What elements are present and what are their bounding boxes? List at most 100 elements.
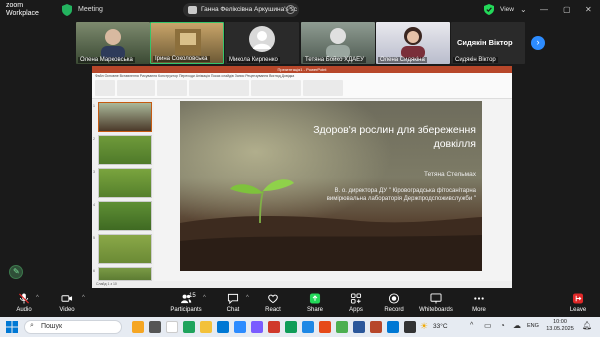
app-icon[interactable]	[285, 321, 297, 333]
word-icon[interactable]	[353, 321, 365, 333]
microphone-muted-icon	[18, 293, 30, 304]
ribbon-group[interactable]	[303, 80, 343, 96]
whiteboard-icon	[430, 293, 442, 304]
gallery-next-button[interactable]: ›	[531, 36, 545, 50]
participant-name: Микола Кирпенко	[227, 57, 280, 63]
participant-video-icon	[101, 29, 125, 60]
close-window-icon[interactable]: ✕	[585, 5, 592, 14]
thumb-number: 1	[93, 104, 95, 108]
ribbon-group[interactable]	[251, 80, 301, 96]
task-view-icon[interactable]	[149, 321, 161, 333]
maximize-icon[interactable]: ▢	[563, 5, 571, 14]
participant-tile[interactable]: Сидякін Віктор Сидякін Віктор	[451, 22, 525, 64]
slide-thumbnail[interactable]	[98, 102, 152, 132]
chevron-up-icon[interactable]: ^	[246, 295, 249, 301]
close-icon[interactable]: ×	[286, 5, 295, 14]
ppt-title-bar: Презентація1 - PowerPoint	[92, 66, 512, 73]
participant-tile[interactable]: Олена Марковська	[76, 22, 150, 64]
app-icon[interactable]	[404, 321, 416, 333]
clock-time: 10:00	[553, 319, 567, 325]
current-slide: Здоров'я рослин для збереження довкілля …	[180, 101, 482, 271]
share-screen-icon	[309, 293, 321, 304]
slide-thumbnail[interactable]	[98, 267, 152, 281]
chevron-down-icon[interactable]: ⌄	[520, 5, 527, 14]
app-icon[interactable]	[302, 321, 314, 333]
slide-thumbnail[interactable]	[98, 234, 152, 264]
participant-name: Олена Марковська	[78, 57, 135, 63]
powerpoint-icon[interactable]	[370, 321, 382, 333]
screen-share-indicator[interactable]: Ганна Феліксівна Аркушина's sc ×	[183, 3, 299, 17]
meeting-label[interactable]: Meeting	[78, 6, 103, 13]
outlook-icon[interactable]	[217, 321, 229, 333]
clock-date: 13.05.2025	[546, 326, 574, 332]
ribbon-group[interactable]	[117, 80, 155, 96]
search-icon: ⌕	[30, 322, 34, 329]
windows-start-icon[interactable]	[6, 321, 18, 333]
leave-icon	[572, 293, 584, 304]
slide-thumbnail[interactable]	[98, 201, 152, 231]
more-label: More	[472, 307, 486, 313]
slide-thumbnail[interactable]	[98, 168, 152, 198]
chevron-up-icon[interactable]: ^	[82, 295, 85, 301]
chevron-up-icon[interactable]: ^	[203, 295, 206, 301]
language-indicator[interactable]: ENG	[527, 323, 539, 329]
annotate-button[interactable]: ✎	[9, 265, 23, 279]
participant-tile[interactable]: Микола Кирпенко	[225, 22, 299, 64]
system-clock[interactable]: 10:00 13.05.2025	[543, 319, 577, 333]
ribbon-tabs[interactable]: Файл Основне Вставлення Рисування Констр…	[95, 74, 294, 78]
chevron-up-icon[interactable]: ^	[36, 295, 39, 301]
security-shield-icon[interactable]	[484, 4, 494, 15]
audio-button[interactable]: Audio	[2, 290, 46, 317]
minimize-icon[interactable]: —	[540, 5, 548, 14]
participants-button[interactable]: 15 Participants	[164, 290, 208, 317]
chrome-icon[interactable]	[166, 321, 178, 333]
pencil-icon: ✎	[13, 267, 20, 276]
slide-organization: В. о. директора ДУ " Кіровоградська фіто…	[326, 188, 476, 202]
participant-tile[interactable]: Олена Сидякіна	[376, 22, 450, 64]
react-button[interactable]: React	[251, 290, 295, 317]
shield-icon[interactable]	[62, 4, 72, 16]
participant-video-icon	[401, 27, 425, 59]
record-button[interactable]: Record	[372, 290, 416, 317]
ribbon-group[interactable]	[189, 80, 249, 96]
file-explorer-icon[interactable]	[200, 321, 212, 333]
widget-icon[interactable]	[132, 321, 144, 333]
react-label: React	[265, 307, 281, 313]
tray-icon[interactable]: ◔	[500, 321, 505, 330]
apps-icon	[350, 293, 362, 304]
whiteboards-button[interactable]: Whiteboards	[414, 290, 458, 317]
search-placeholder: Пошук	[41, 323, 63, 330]
ribbon-group[interactable]	[95, 80, 115, 96]
participants-count: 15	[189, 293, 196, 299]
more-icon	[474, 297, 484, 300]
video-label: Video	[59, 307, 75, 313]
ribbon-group[interactable]	[157, 80, 187, 96]
share-button[interactable]: Share	[293, 290, 337, 317]
chevron-up-icon[interactable]: ^	[470, 322, 473, 329]
whiteboards-label: Whiteboards	[419, 307, 453, 313]
app-icon[interactable]	[251, 321, 263, 333]
taskbar-search[interactable]: ⌕ Пошук	[24, 320, 122, 334]
weather-sun-icon: ☀	[420, 321, 429, 331]
app-icon[interactable]	[268, 321, 280, 333]
weather-temp[interactable]: 33°C	[433, 323, 448, 330]
leave-button[interactable]: Leave	[556, 290, 600, 317]
notification-bell-icon[interactable]: 🔔︎	[582, 321, 592, 330]
app-icon[interactable]	[336, 321, 348, 333]
app-icon[interactable]	[183, 321, 195, 333]
view-menu[interactable]: View	[500, 6, 514, 13]
app-icon[interactable]	[319, 321, 331, 333]
participant-tile[interactable]: Ірина Соколовська	[150, 22, 224, 64]
participant-name: Олена Сидякіна	[378, 57, 427, 63]
more-button[interactable]: More	[457, 290, 501, 317]
tray-icon[interactable]: ▭	[484, 321, 492, 330]
participant-video-icon	[175, 29, 201, 55]
tray-icon[interactable]: ☁	[513, 321, 521, 330]
participant-display-name: Сидякін Віктор	[457, 38, 513, 47]
zoom-taskbar-icon[interactable]	[234, 321, 246, 333]
slide-thumbnail[interactable]	[98, 135, 152, 165]
share-label: Share	[306, 307, 323, 313]
participants-label: Participants	[170, 307, 202, 313]
participant-tile[interactable]: Тетяна Бойко ХДАЕУ	[301, 22, 375, 64]
app-icon[interactable]	[387, 321, 399, 333]
